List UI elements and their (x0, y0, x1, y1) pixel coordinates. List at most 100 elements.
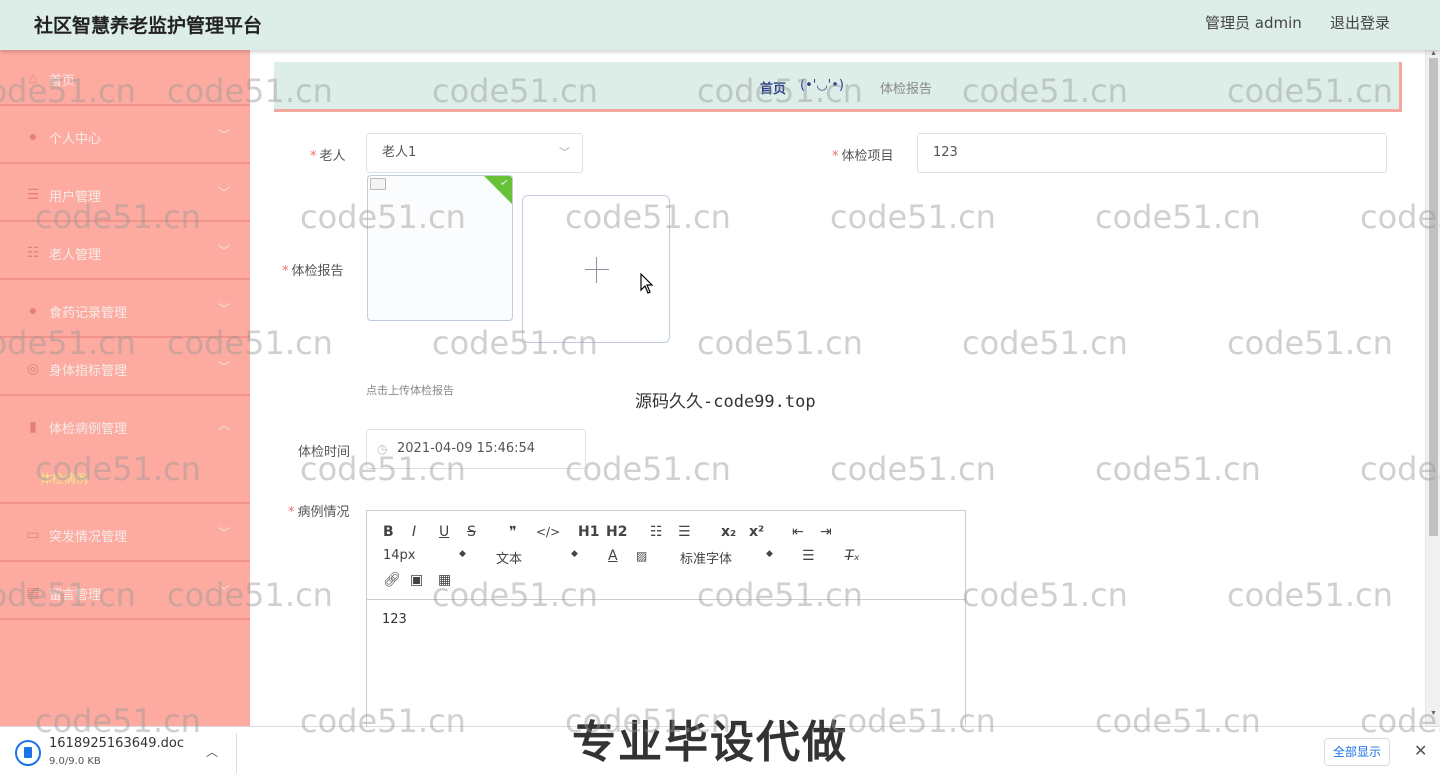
scroll-up-icon[interactable]: ▲ (1430, 50, 1437, 57)
report-label-text: 体检报告 (291, 264, 344, 279)
uploaded-file-thumbnail[interactable]: ✓ (367, 175, 513, 321)
h2-button[interactable]: H2 (606, 524, 627, 540)
format-select[interactable]: 文本 ◆ (496, 548, 582, 567)
rich-text-editor[interactable]: B I U S ❞ </> H1 H2 ☷ ☰ x₂ x² ⇤ ⇥ 14px ◆… (366, 510, 966, 730)
outdent-button[interactable]: ⇤ (792, 524, 804, 540)
sidebar-item-label: 身体指标管理 (49, 364, 128, 379)
chevron-down-icon: ﹀ (218, 244, 231, 258)
current-user: 管理员 admin (1205, 14, 1302, 32)
page-scrollbar[interactable]: ▲ ▼ (1425, 50, 1440, 726)
elder-select[interactable]: 老人1 ﹀ (366, 133, 583, 173)
clear-format-icon[interactable]: T̶ₓ (845, 548, 860, 564)
time-picker[interactable]: ◷ 2021-04-09 15:46:54 (366, 429, 586, 469)
chevron-up-icon[interactable]: ︿ (206, 743, 218, 760)
time-label: 体检时间 (298, 445, 351, 460)
font-size-select[interactable]: 14px ◆ (383, 548, 469, 563)
sidebar-item-messages[interactable]: ▤ 留言管理 ﹀ (0, 564, 250, 620)
indent-button[interactable]: ⇥ (820, 524, 832, 540)
clock-icon: ◷ (377, 442, 388, 456)
chevron-down-icon: ﹀ (218, 128, 231, 142)
item-label: * 体检项目 (832, 145, 894, 164)
chevron-down-icon: ﹀ (218, 302, 231, 316)
sidebar-item-body-metrics[interactable]: ◎ 身体指标管理 ﹀ (0, 340, 250, 396)
mouse-cursor-icon (640, 273, 654, 294)
promo-text: 源码久久-code99.top (635, 392, 816, 412)
elder-select-value: 老人1 (382, 145, 417, 160)
item-input[interactable]: 123 (917, 133, 1387, 173)
check-icon: ✓ (498, 177, 509, 190)
required-mark: * (282, 264, 289, 279)
sidebar-item-checkup-cases[interactable]: ▮ 体检病例管理 ︿ (0, 398, 250, 504)
sidebar-item-users[interactable]: ☰ 用户管理 ﹀ (0, 166, 250, 222)
top-bar: 社区智慧养老监护管理平台 管理员 admin 退出登录 (0, 0, 1440, 50)
strike-button[interactable]: S (467, 524, 476, 540)
bold-button[interactable]: B (383, 524, 394, 540)
sidebar-item-emergencies[interactable]: ▭ 突发情况管理 ﹀ (0, 506, 250, 562)
item-label-text: 体检项目 (841, 149, 894, 164)
select-arrows-icon: ◆ (766, 549, 773, 559)
upload-button[interactable] (522, 195, 670, 343)
editor-content[interactable]: 123 (382, 612, 407, 627)
sidebar-item-label: 留言管理 (49, 588, 102, 603)
lifebuoy-icon: ◎ (26, 360, 40, 376)
align-left-icon[interactable]: ☰ (802, 548, 815, 564)
breadcrumb: 首页 (•'◡'•) 体检报告 (274, 62, 1402, 112)
divider (0, 502, 250, 504)
sidebar-item-profile[interactable]: ● 个人中心 ﹀ (0, 108, 250, 164)
submenu-item-checkup-case[interactable]: 体检病例 (40, 470, 88, 487)
close-icon[interactable]: ✕ (1414, 741, 1427, 761)
scrollbar-thumb[interactable] (1429, 58, 1438, 536)
quote-button[interactable]: ❞ (509, 524, 517, 540)
download-size: 9.0/9.0 KB (49, 756, 101, 767)
home-icon: ⌂ (28, 70, 38, 86)
format-value: 文本 (496, 552, 523, 567)
divider (236, 733, 237, 773)
h1-button[interactable]: H1 (578, 524, 599, 540)
sidebar-item-label: 首页 (49, 74, 76, 89)
flag-icon: ▮ (29, 418, 37, 434)
code-button[interactable]: </> (536, 524, 560, 540)
superscript-button[interactable]: x² (749, 524, 764, 540)
video-icon[interactable]: ▦ (438, 572, 451, 588)
required-mark: * (310, 149, 317, 164)
font-family-select[interactable]: 标准字体 ◆ (680, 548, 776, 567)
chevron-down-icon: ﹀ (218, 186, 231, 200)
item-input-value: 123 (933, 145, 958, 160)
font-color-icon[interactable]: A (608, 548, 618, 564)
background-color-icon[interactable]: ▨ (636, 548, 647, 564)
time-picker-value: 2021-04-09 15:46:54 (397, 441, 536, 456)
document-icon (15, 740, 41, 766)
clipboard-icon: ▤ (26, 584, 40, 600)
sidebar-item-label: 食药记录管理 (49, 306, 128, 321)
chevron-up-icon: ︿ (218, 418, 231, 432)
bullet-list-button[interactable]: ☰ (678, 524, 691, 540)
sidebar-item-label: 个人中心 (49, 132, 102, 147)
ordered-list-button[interactable]: ☷ (650, 524, 663, 540)
image-icon[interactable]: ▣ (410, 572, 423, 588)
user-icon: ● (28, 128, 38, 144)
download-filename[interactable]: 1618925163649.doc (49, 736, 184, 751)
underline-button[interactable]: U (439, 524, 449, 540)
promo-banner: 专业毕设代做 (572, 717, 848, 768)
scroll-down-icon[interactable]: ▼ (1430, 710, 1437, 717)
breadcrumb-home[interactable]: 首页 (760, 78, 786, 97)
subscript-button[interactable]: x₂ (721, 524, 736, 540)
font-size-value: 14px (383, 548, 416, 563)
sidebar-item-elders[interactable]: ☷ 老人管理 ﹀ (0, 224, 250, 280)
elder-label: * 老人 (310, 145, 346, 164)
logout-link[interactable]: 退出登录 (1330, 12, 1390, 33)
sidebar-item-home[interactable]: ⌂ 首页 (0, 50, 250, 106)
case-label-text: 病例情况 (297, 505, 350, 520)
link-icon[interactable]: 🔗︎ (383, 572, 401, 588)
show-all-button[interactable]: 全部显示 (1324, 738, 1390, 766)
sidebar-item-label: 老人管理 (49, 248, 102, 263)
plus-icon (596, 257, 597, 283)
elder-label-text: 老人 (319, 149, 346, 164)
sidebar-item-label: 体检病例管理 (49, 422, 128, 437)
briefcase-icon: ▭ (26, 526, 40, 542)
sidebar: ⌂ 首页 ● 个人中心 ﹀ ☰ 用户管理 ﹀ ☷ 老人管理 ﹀ ● 食药记录管理… (0, 50, 250, 726)
sidebar-item-food-medicine[interactable]: ● 食药记录管理 ﹀ (0, 282, 250, 338)
sliders-icon: ☰ (26, 186, 40, 202)
editor-toolbar: B I U S ❞ </> H1 H2 ☷ ☰ x₂ x² ⇤ ⇥ 14px ◆… (367, 511, 965, 600)
italic-button[interactable]: I (412, 524, 416, 540)
